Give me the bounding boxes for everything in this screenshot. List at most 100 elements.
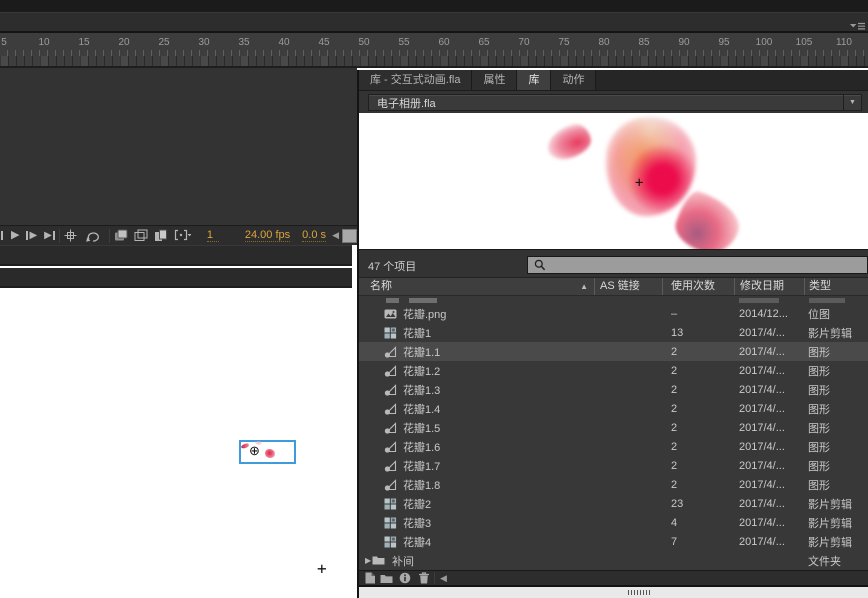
ruler-number: 30 [198, 37, 210, 48]
library-bottom-toolbar: ◀ [359, 570, 868, 585]
edit-multiple-frames-icon[interactable] [154, 228, 168, 244]
folder-icon [372, 555, 385, 566]
ruler-number: 10 [38, 37, 50, 48]
go-to-end-icon[interactable]: ▶ [44, 228, 55, 244]
library-item-row[interactable]: 花瓣1.7 2 2017/4/... 图形 [359, 456, 868, 475]
column-header-name[interactable]: 名称 ▲ [359, 278, 594, 295]
library-document-row: 电子相册.fla ▼ [359, 91, 868, 113]
tab-actions[interactable]: 动作 [551, 70, 597, 90]
window-top-strip [0, 0, 868, 12]
stage-selection-box[interactable]: ⊕ [239, 440, 296, 464]
onion-skin-outlines-icon[interactable] [134, 228, 148, 244]
go-to-first-frame-icon[interactable] [1, 228, 3, 244]
column-header-type[interactable]: 类型 [804, 278, 868, 295]
ruler-number: 100 [755, 37, 773, 48]
library-preview[interactable]: + [359, 113, 868, 250]
item-modified-date: 2017/4/... [739, 364, 785, 377]
timeline-title-bar [0, 12, 868, 31]
tab-library[interactable]: 库 [517, 70, 552, 90]
onion-skin-icon[interactable] [114, 228, 128, 244]
library-item-row[interactable]: 花瓣1.3 2 2017/4/... 图形 [359, 380, 868, 399]
ruler-number: 75 [558, 37, 570, 48]
item-modified-date: 2017/4/... [739, 402, 785, 415]
library-document-select[interactable]: 电子相册.fla ▼ [368, 94, 862, 111]
graphic-symbol-icon [359, 402, 403, 415]
current-frame-value[interactable]: 1 [206, 229, 219, 242]
elapsed-time-value[interactable]: 0.0 s [302, 229, 326, 242]
item-modified-date: 2017/4/... [739, 497, 785, 510]
item-name: 花瓣4 [403, 536, 432, 549]
timeline-frames-band[interactable] [0, 56, 868, 68]
item-name: 花瓣1.5 [403, 422, 441, 435]
item-name: 花瓣1 [403, 327, 432, 340]
bitmap-symbol-icon [359, 308, 403, 320]
ruler-number: 35 [238, 37, 250, 48]
graphic-symbol-icon [359, 383, 403, 396]
modify-markers-icon[interactable] [174, 228, 191, 244]
graphic-symbol-icon [359, 478, 403, 491]
search-icon [534, 259, 546, 271]
timeline-layers-area[interactable] [0, 68, 357, 225]
delete-item-button[interactable] [415, 571, 432, 585]
graphic-symbol-icon [359, 440, 403, 453]
library-item-row[interactable]: 花瓣1.4 2 2017/4/... 图形 [359, 399, 868, 418]
panel-tab-bar: 库 - 交互式动画.fla 属性库动作 [359, 70, 868, 91]
new-folder-button[interactable] [378, 571, 395, 585]
play-icon[interactable]: ▶ [11, 228, 19, 244]
column-header-modified-date[interactable]: 修改日期 [734, 278, 804, 295]
item-type: 图形 [808, 422, 830, 435]
item-use-count: 2 [671, 478, 678, 491]
library-item-row[interactable]: 花瓣1.6 2 2017/4/... 图形 [359, 437, 868, 456]
item-use-count: 13 [671, 326, 684, 339]
library-items-count-row: 47 个项目 [359, 250, 868, 278]
library-item-row[interactable]: 花瓣3 4 2017/4/... 影片剪辑 [359, 513, 868, 532]
item-name: 花瓣1.7 [403, 460, 441, 473]
library-item-row[interactable]: 花瓣4 7 2017/4/... 影片剪辑 [359, 532, 868, 551]
library-item-row[interactable]: 花瓣1.1 2 2017/4/... 图形 [359, 342, 868, 361]
ruler-number: 110 [836, 37, 852, 48]
library-item-row[interactable]: 花瓣2 23 2017/4/... 影片剪辑 [359, 494, 868, 513]
timeline-scrollbar-thumb[interactable] [342, 228, 357, 243]
library-search-box[interactable] [527, 256, 868, 274]
item-modified-date: 2017/4/... [739, 345, 785, 358]
item-name: 补间 [392, 555, 414, 568]
library-item-row[interactable]: 花瓣1.2 2 2017/4/... 图形 [359, 361, 868, 380]
panel-menu-icon[interactable] [850, 18, 866, 30]
item-use-count: 2 [671, 383, 678, 396]
library-item-row[interactable]: 花瓣.png – 2014/12... 位图 [359, 304, 868, 323]
frame-rate-value[interactable]: 24.00 fps [244, 229, 291, 242]
center-frame-icon[interactable] [64, 228, 77, 244]
library-document-value: 电子相册.fla [377, 97, 436, 110]
item-modified-date: 2017/4/... [739, 440, 785, 453]
item-name: 花瓣2 [403, 498, 432, 511]
step-forward-icon[interactable]: ▶ [26, 228, 37, 244]
panel-resize-grip[interactable] [628, 590, 650, 595]
loop-playback-icon[interactable] [86, 228, 101, 244]
ruler-number: 5 [1, 37, 7, 48]
tab-properties[interactable]: 属性 [472, 70, 518, 90]
column-header-use-count[interactable]: 使用次数 [662, 278, 734, 295]
registration-point-crosshair: + [635, 175, 644, 191]
timeline-scroll-left-arrow[interactable]: ◀ [329, 230, 342, 241]
item-type: 图形 [808, 346, 830, 359]
item-properties-button[interactable] [396, 571, 413, 585]
sort-ascending-icon: ▲ [580, 282, 588, 291]
search-input[interactable] [550, 259, 867, 271]
ruler-number: 20 [118, 37, 130, 48]
library-item-row[interactable]: 花瓣1.5 2 2017/4/... 图形 [359, 418, 868, 437]
item-use-count: 4 [671, 516, 678, 529]
item-type: 影片剪辑 [808, 536, 852, 549]
item-use-count: 2 [671, 421, 678, 434]
expand-arrow-icon[interactable]: ▶ [359, 556, 372, 565]
library-item-row[interactable]: 花瓣1 13 2017/4/... 影片剪辑 [359, 323, 868, 342]
new-symbol-button[interactable] [361, 571, 378, 585]
library-scroll-left-arrow[interactable]: ◀ [437, 573, 450, 584]
tab-library-document[interactable]: 库 - 交互式动画.fla [359, 70, 473, 90]
timeline-ruler[interactable]: 5 10 15 20 25 30 35 40 45 50 55 60 65 70 75 80 85 90 95 100… [0, 31, 868, 56]
item-type: 图形 [808, 460, 830, 473]
library-item-row[interactable]: 花瓣1.8 2 2017/4/... 图形 [359, 475, 868, 494]
item-type: 影片剪辑 [808, 327, 852, 340]
library-item-row[interactable]: ▶ 补间 文件夹 [359, 551, 868, 570]
column-header-as-linkage[interactable]: AS 链接 [594, 278, 662, 295]
dropdown-arrow-icon[interactable]: ▼ [843, 95, 861, 110]
